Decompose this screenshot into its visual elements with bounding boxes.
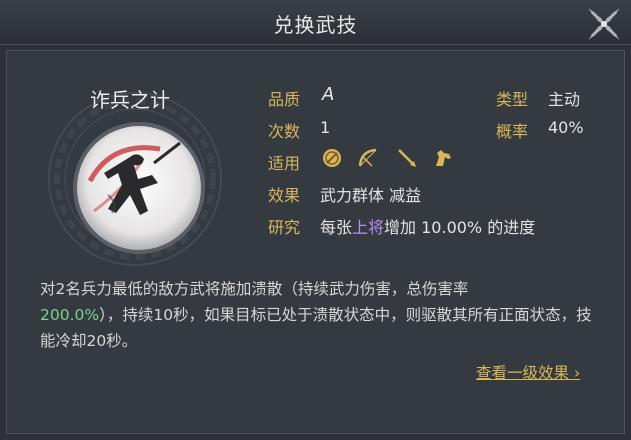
- skill-description: 对2名兵力最低的敌方武将施加溃散（持续武力伤害，总伤害率 200.0%），持续10…: [40, 276, 596, 354]
- research-highlight: 上将: [352, 218, 385, 237]
- type-label: 类型: [496, 90, 529, 109]
- description-part1: 对2名兵力最低的敌方武将施加溃散（持续武力伤害，总伤害率: [40, 280, 469, 298]
- count-label: 次数: [268, 122, 301, 141]
- quality-value: A: [322, 84, 335, 105]
- running-warrior-icon[interactable]: [72, 121, 206, 255]
- damage-percent: 200.0%: [40, 306, 100, 324]
- spear-icon: [398, 149, 416, 167]
- close-button[interactable]: [582, 2, 626, 46]
- count-value: 1: [320, 118, 331, 137]
- effect-label: 效果: [268, 186, 301, 205]
- research-label: 研究: [268, 218, 301, 237]
- description-part2: ），持续10秒，如果目标已处于溃散状态中，则驱散其所有正面状态，技能冷却20秒。: [40, 306, 592, 350]
- research-prefix: 每张: [320, 218, 353, 237]
- rate-value: 40%: [548, 118, 584, 137]
- window-title: 兑换武技: [273, 13, 358, 37]
- view-level1-effect-link[interactable]: 查看一级效果 ›: [476, 361, 580, 383]
- effect-value: 武力群体 减益: [320, 186, 422, 205]
- applicable-label: 适用: [268, 154, 301, 173]
- shield-icon: [323, 149, 341, 167]
- skill-name: 诈兵之计: [90, 88, 170, 112]
- horse-icon: [436, 150, 451, 166]
- title-bar: 兑换武技: [0, 0, 631, 45]
- rate-label: 概率: [496, 122, 529, 141]
- close-icon: [588, 8, 620, 40]
- quality-label: 品质: [268, 90, 301, 109]
- research-value: 每张上将增加 10.00% 的进度: [320, 214, 535, 238]
- bow-icon: [358, 148, 377, 167]
- type-value: 主动: [548, 90, 581, 109]
- research-suffix: 增加 10.00% 的进度: [384, 218, 536, 237]
- more-link-label: 查看一级效果: [476, 364, 570, 382]
